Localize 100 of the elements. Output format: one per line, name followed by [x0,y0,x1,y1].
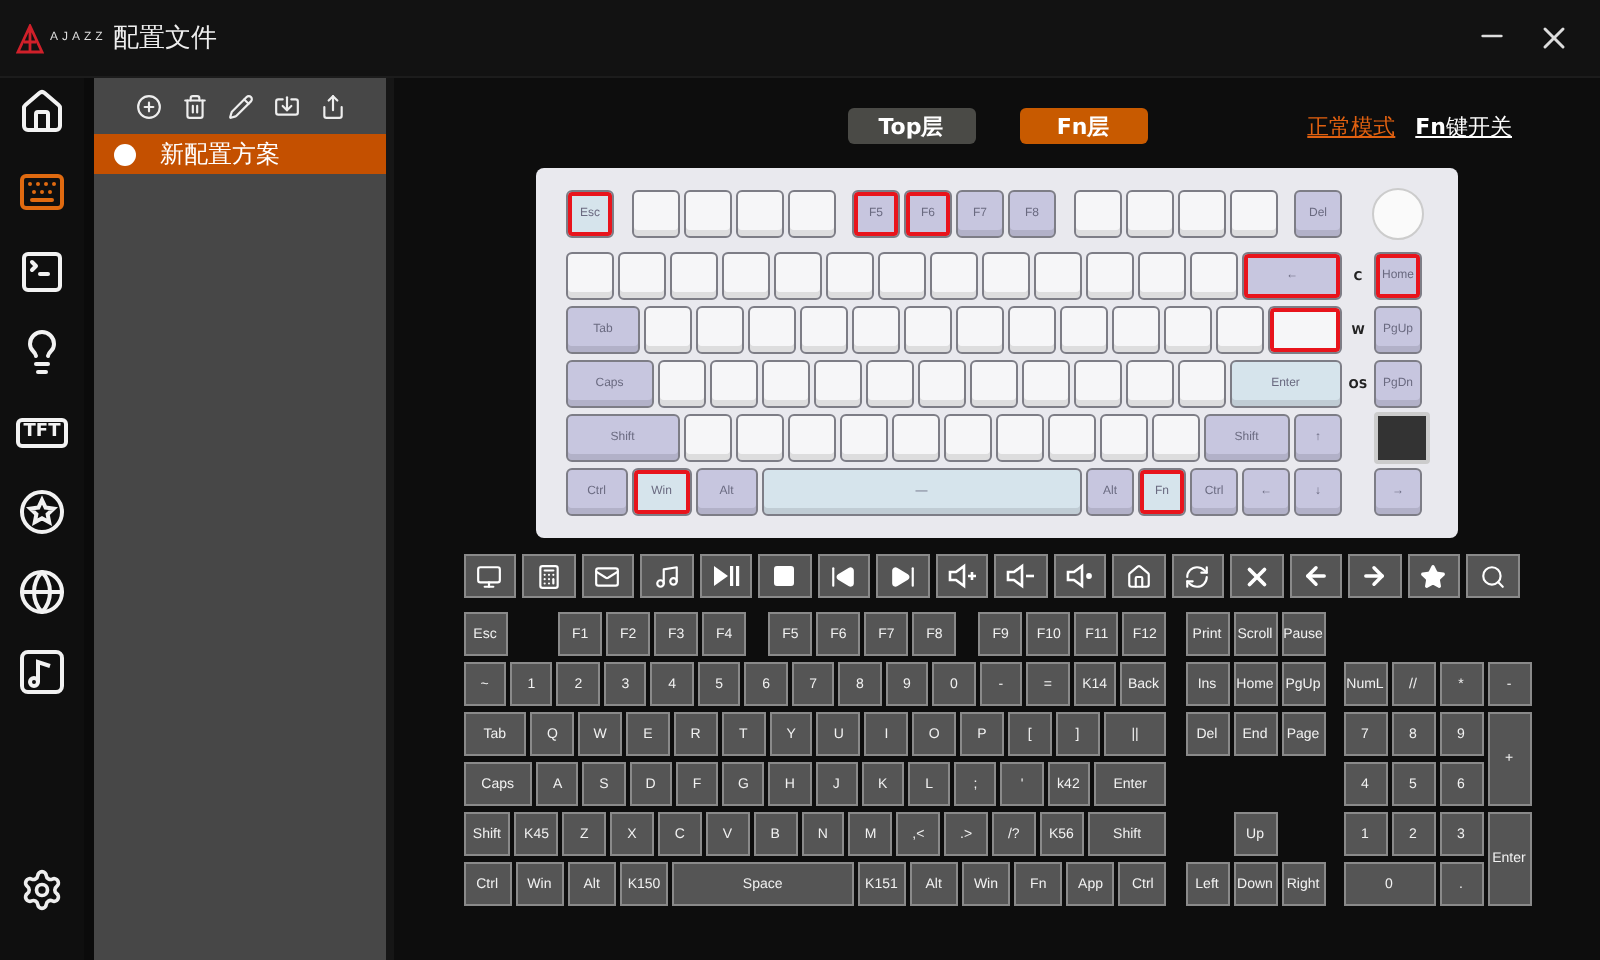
keyboard-key[interactable] [1086,252,1134,300]
keyboard-key[interactable] [735,414,783,462]
keyboard-key[interactable] [761,360,809,408]
calculator-button[interactable] [522,554,575,598]
keyboard-key[interactable] [1177,190,1225,238]
keyboard-key[interactable] [917,360,965,408]
keyboard-key[interactable] [1229,190,1277,238]
keyboard-key[interactable] [956,306,1004,354]
keyboard-key[interactable] [1073,360,1121,408]
keyboard-key[interactable] [1047,414,1095,462]
play-pause-button[interactable] [699,554,752,598]
mute-button[interactable] [1053,554,1106,598]
share-icon[interactable] [319,93,345,119]
keyboard-key[interactable] [1138,252,1186,300]
keyboard-key[interactable] [696,306,744,354]
keyboard-key[interactable] [722,252,770,300]
star-button[interactable] [1407,554,1460,598]
arrow-right-button[interactable] [1348,554,1401,598]
keyboard-key[interactable] [904,306,952,354]
keyboard-key[interactable] [748,306,796,354]
keyboard-key[interactable] [631,190,679,238]
layer-tab[interactable]: Top层 [847,108,975,144]
keyboard-key[interactable] [969,360,1017,408]
keyboard-key[interactable] [1216,306,1264,354]
mode-link[interactable]: Fn键开关 [1415,111,1512,141]
keyboard-key[interactable] [878,252,926,300]
profile-item[interactable]: 新配置方案 [94,134,386,174]
keyboard-key[interactable] [1151,414,1199,462]
keyboard-key[interactable] [787,414,835,462]
keyboard-key[interactable] [644,306,692,354]
refresh-button[interactable] [1171,554,1224,598]
keyboard-key[interactable] [1268,306,1342,354]
arrow-right-icon [1360,562,1389,590]
keyboard-key[interactable] [943,414,991,462]
keyboard-key[interactable] [566,252,614,300]
keyboard-key[interactable] [1034,252,1082,300]
keyboard-key[interactable] [839,414,887,462]
sidebar-item[interactable]: TFT [12,402,72,462]
keyboard-key[interactable] [683,190,731,238]
stop-icon [772,564,797,588]
arrow-left-button[interactable] [1289,554,1342,598]
keyboard-key[interactable] [995,414,1043,462]
keyboard-key[interactable] [891,414,939,462]
screen [1374,412,1430,464]
keyboard-icon [18,168,66,216]
keyboard-key[interactable] [826,252,874,300]
keyboard-key[interactable] [1125,190,1173,238]
keyboard-key[interactable] [800,306,848,354]
keyboard-key[interactable] [813,360,861,408]
monitor-button[interactable] [463,554,516,598]
home-icon [18,88,66,136]
add-icon[interactable] [135,93,161,119]
keyboard-key[interactable] [1125,360,1173,408]
terminal-icon [18,248,66,296]
keyboard-key[interactable] [982,252,1030,300]
close-button[interactable] [1230,554,1283,598]
next-button[interactable] [876,554,929,598]
volume-up-button[interactable] [935,554,988,598]
pencil-icon[interactable] [227,93,253,119]
keyboard-key[interactable] [774,252,822,300]
keyboard-key[interactable] [1008,306,1056,354]
play-pause-icon [711,564,740,588]
keyboard-key[interactable] [1164,306,1212,354]
stop-button[interactable] [758,554,811,598]
volume-up-icon [945,562,978,590]
music-button[interactable] [640,554,693,598]
keyboard-key[interactable] [709,360,757,408]
layer-tab[interactable]: Fn层 [1019,108,1147,144]
keyboard-key[interactable] [1112,306,1160,354]
keyboard-key[interactable] [657,360,705,408]
keyboard-key[interactable] [865,360,913,408]
music-note-icon [18,648,66,696]
arrow-left-icon [1301,562,1330,590]
import-icon[interactable] [273,93,299,119]
keyboard-key[interactable] [1060,306,1108,354]
search-button[interactable] [1466,554,1519,598]
keyboard-key[interactable] [683,414,731,462]
keyboard-key[interactable] [1073,190,1121,238]
star-icon [1420,563,1447,589]
keyboard-key[interactable] [1021,360,1069,408]
keyboard-key[interactable] [787,190,835,238]
trash-icon[interactable] [181,93,207,119]
refresh-icon [1184,563,1211,589]
previous-button[interactable] [817,554,870,598]
mode-link[interactable]: 正常模式 [1307,111,1396,141]
mail-button[interactable] [581,554,634,598]
keyboard-key[interactable] [852,306,900,354]
keyboard-key[interactable] [670,252,718,300]
keyboard-key[interactable] [1190,252,1238,300]
keyboard-key[interactable] [1099,414,1147,462]
keyboard-key[interactable] [930,252,978,300]
keyboard-key[interactable] [618,252,666,300]
settings-icon[interactable] [20,868,64,912]
window-title: 配置文件 [112,22,217,56]
home-button[interactable] [1112,554,1165,598]
dot-icon [114,143,136,165]
keyboard-key[interactable] [735,190,783,238]
search-icon [1479,563,1506,589]
keyboard-key[interactable] [1177,360,1225,408]
volume-down-button[interactable] [994,554,1047,598]
